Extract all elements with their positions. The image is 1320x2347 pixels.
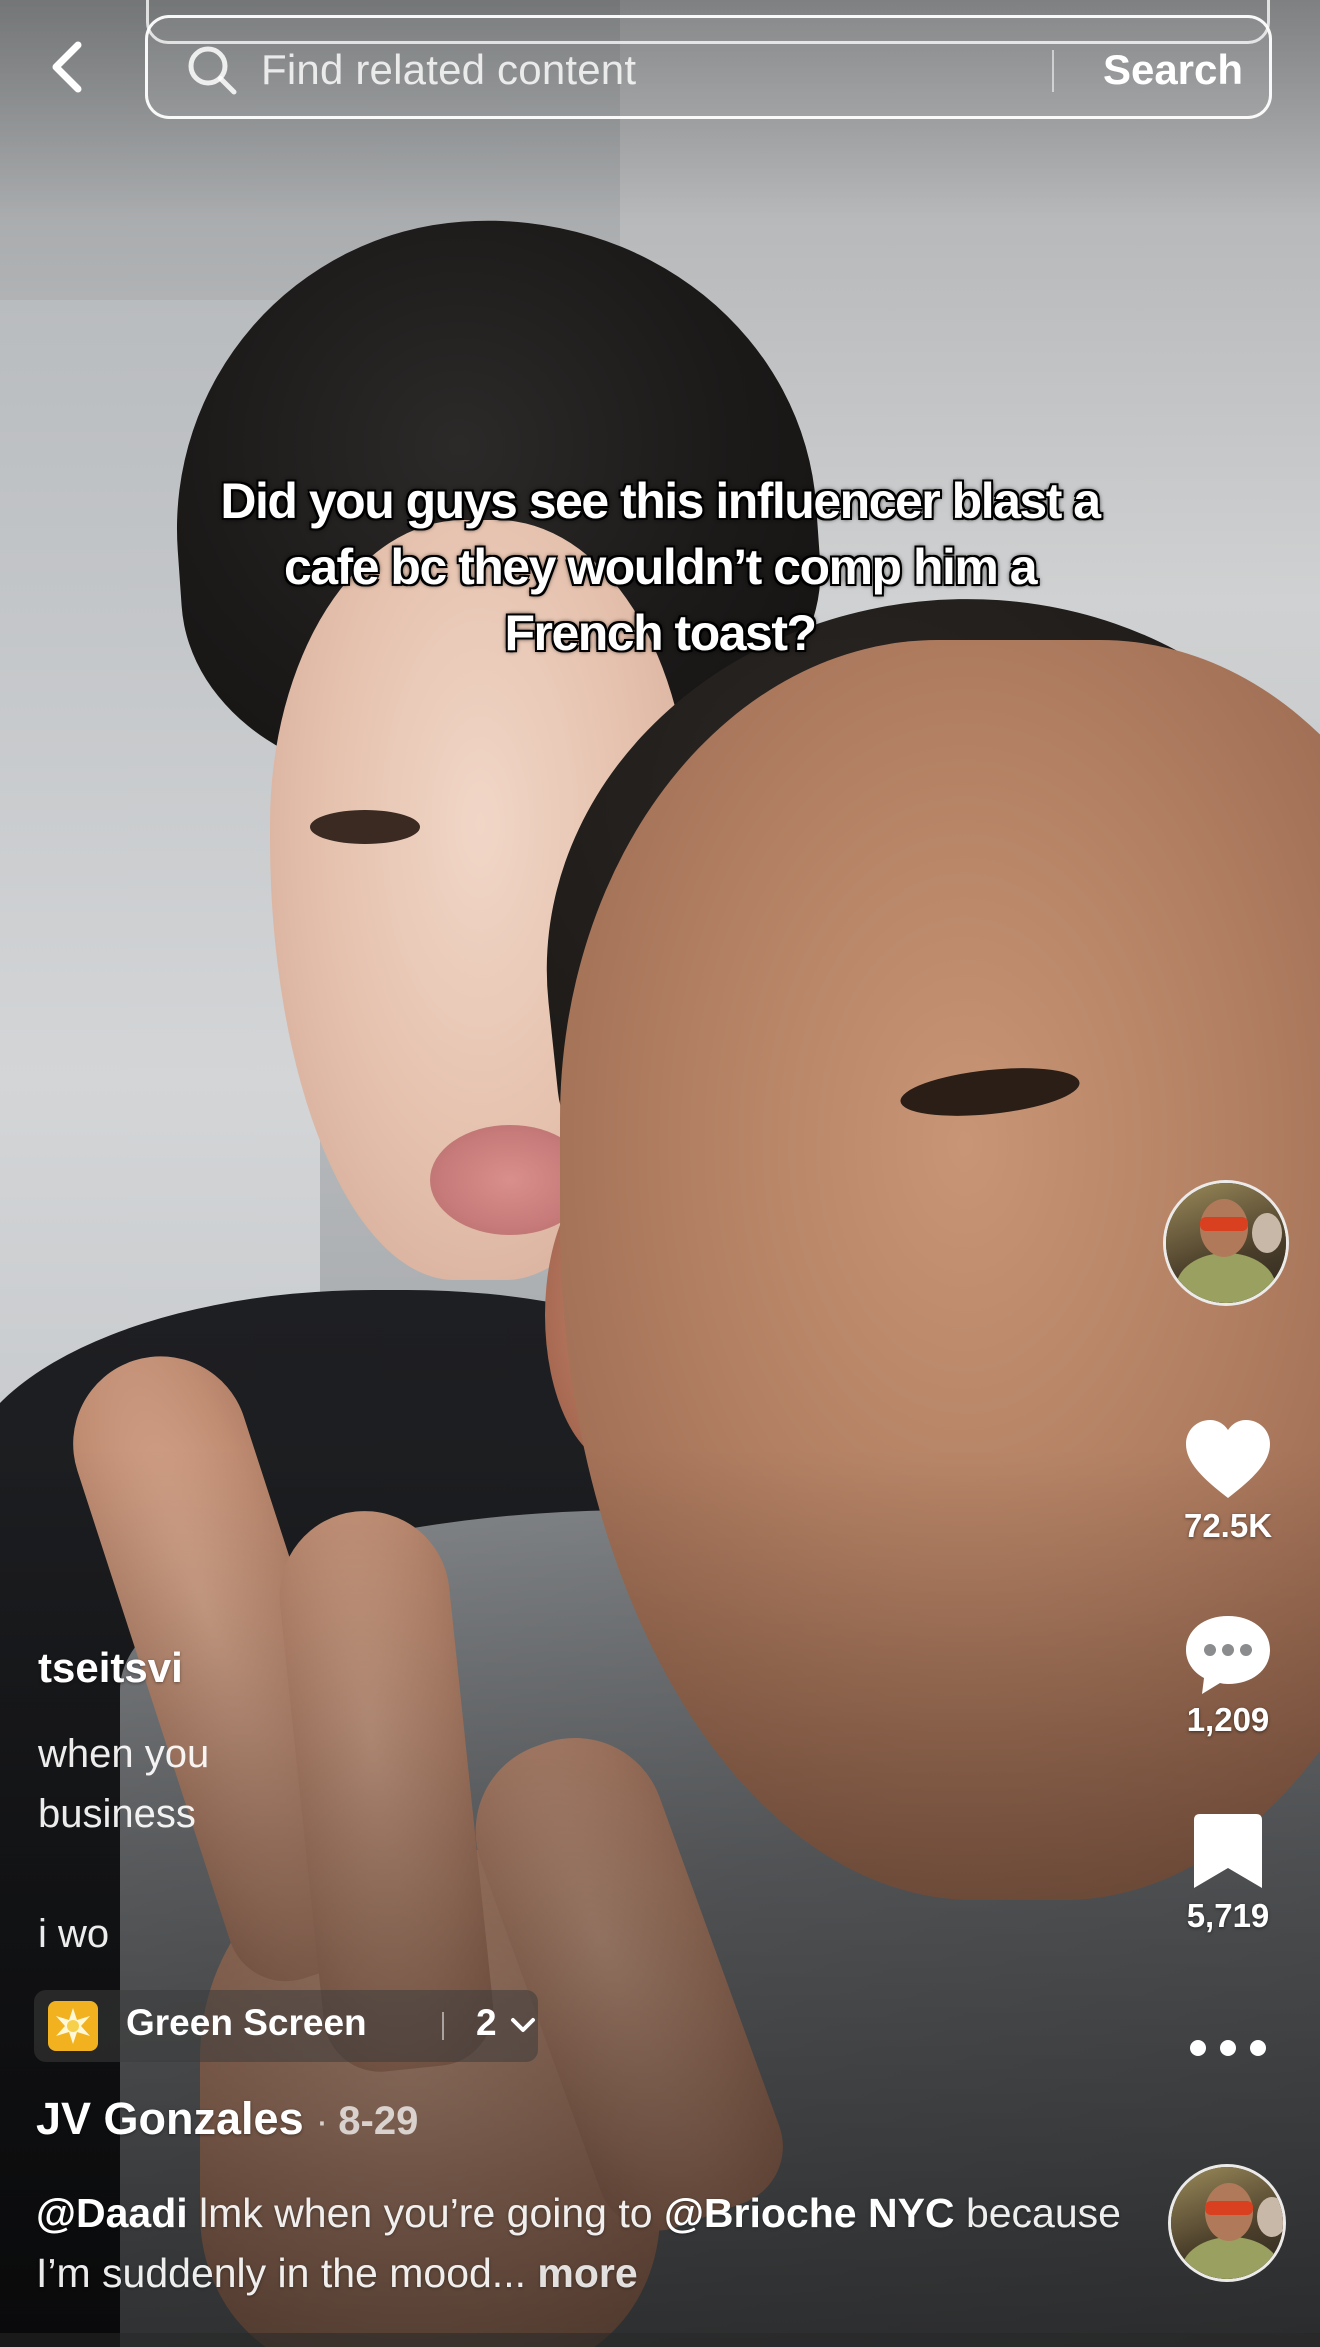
green-screen-effect-icon <box>48 2001 98 2051</box>
bookmark-icon <box>1194 1814 1262 1888</box>
search-bar[interactable]: Find related content Search <box>145 15 1272 119</box>
search-button[interactable]: Search <box>1088 40 1258 100</box>
background-username: tseitsvi <box>38 1644 183 1691</box>
search-icon <box>188 46 237 95</box>
save-button[interactable]: 5,719 <box>1160 1810 1296 1935</box>
post-date: 8-29 <box>338 2099 419 2143</box>
creator-avatar[interactable] <box>1163 1180 1289 1306</box>
home-indicator-strip <box>0 2333 1320 2347</box>
comment-count: 1,209 <box>1186 1701 1270 1738</box>
date-separator: · <box>315 2101 329 2143</box>
effect-pill[interactable]: Green Screen 2 <box>34 1990 538 2062</box>
author-name[interactable]: JV Gonzales <box>36 2093 304 2145</box>
chevron-down-icon <box>511 2018 535 2032</box>
heart-icon <box>1186 1420 1270 1498</box>
video-caption: Did you guys see this influencer blast a… <box>220 473 1101 661</box>
post-description: @Daadi lmk when you’re going to @Brioche… <box>36 2183 1136 2303</box>
description-text: lmk when you’re going to <box>187 2190 664 2236</box>
comment-icon <box>1186 1616 1270 1694</box>
back-button[interactable] <box>36 32 96 102</box>
dot-icon <box>1250 2040 1266 2056</box>
like-button[interactable]: 72.5K <box>1160 1418 1296 1545</box>
search-divider <box>1052 50 1054 92</box>
effect-name: Green Screen <box>126 2002 367 2043</box>
comment-button[interactable]: 1,209 <box>1160 1612 1296 1739</box>
dot-icon <box>1220 2040 1236 2056</box>
background-text-line: business <box>38 1792 196 1836</box>
mention-link[interactable]: @Brioche NYC <box>664 2190 955 2236</box>
more-link[interactable]: more <box>537 2250 637 2296</box>
search-input[interactable]: Find related content <box>261 46 636 94</box>
dot-icon <box>1190 2040 1206 2056</box>
effect-divider <box>442 2012 444 2040</box>
background-video-text: tseitsvi when you business i wo <box>0 1600 225 2000</box>
more-options-button[interactable] <box>1190 2025 1266 2071</box>
sound-avatar[interactable] <box>1168 2164 1286 2282</box>
background-text-line: i wo <box>38 1912 110 1956</box>
effect-count: 2 <box>476 2002 497 2043</box>
author-row: JV Gonzales · 8-29 <box>36 2093 418 2145</box>
like-count: 72.5K <box>1183 1507 1273 1544</box>
chevron-left-icon <box>52 41 82 93</box>
mention-link[interactable]: @Daadi <box>36 2190 188 2236</box>
save-count: 5,719 <box>1186 1897 1270 1934</box>
background-text-line: when you <box>38 1732 210 1776</box>
